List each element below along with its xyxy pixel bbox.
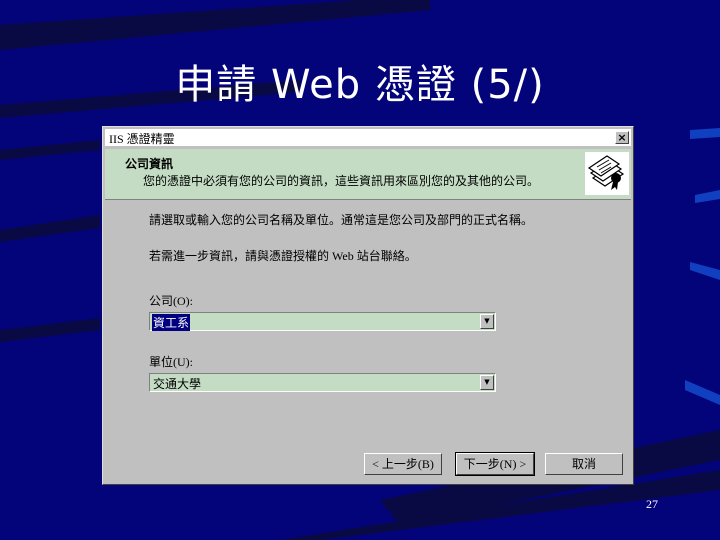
chevron-down-icon[interactable]: ▼ (480, 314, 494, 329)
unit-label: 單位(U): (149, 355, 193, 369)
header-title: 公司資訊 (125, 157, 174, 171)
close-icon[interactable]: × (615, 131, 629, 144)
iis-certificate-wizard-dialog: IIS 憑證精靈 × 公司資訊 您的憑證中必須有您的公司的資訊，這些資訊用來區別… (102, 126, 634, 485)
company-combobox[interactable]: 資工系 ▼ (149, 312, 496, 331)
window-titlebar: IIS 憑證精靈 × (105, 129, 631, 146)
company-label: 公司(O): (149, 294, 193, 308)
header-subtitle: 您的憑證中必須有您的公司的資訊，這些資訊用來區別您的及其他的公司。 (143, 174, 540, 188)
company-value: 資工系 (152, 314, 191, 331)
window-title: IIS 憑證精靈 (109, 132, 175, 146)
cancel-button[interactable]: 取消 (545, 453, 623, 475)
certificate-wizard-icon (585, 152, 629, 195)
instruction-text: 請選取或輸入您的公司名稱及單位。通常這是您公司及部門的正式名稱。 (149, 213, 534, 227)
page-number: 27 (646, 497, 658, 511)
chevron-down-icon[interactable]: ▼ (480, 375, 494, 390)
unit-value: 交通大學 (153, 377, 202, 391)
next-button[interactable]: 下一步(N) > (455, 452, 535, 476)
info-text: 若需進一步資訊，請與憑證授權的 Web 站台聯絡。 (149, 249, 417, 263)
slide-title: 申請 Web 憑證 (5/) (175, 62, 545, 108)
unit-combobox[interactable]: 交通大學 ▼ (149, 373, 496, 392)
wizard-header: 公司資訊 您的憑證中必須有您的公司的資訊，這些資訊用來區別您的及其他的公司。 (105, 149, 631, 200)
back-button[interactable]: < 上一步(B) (364, 453, 442, 475)
